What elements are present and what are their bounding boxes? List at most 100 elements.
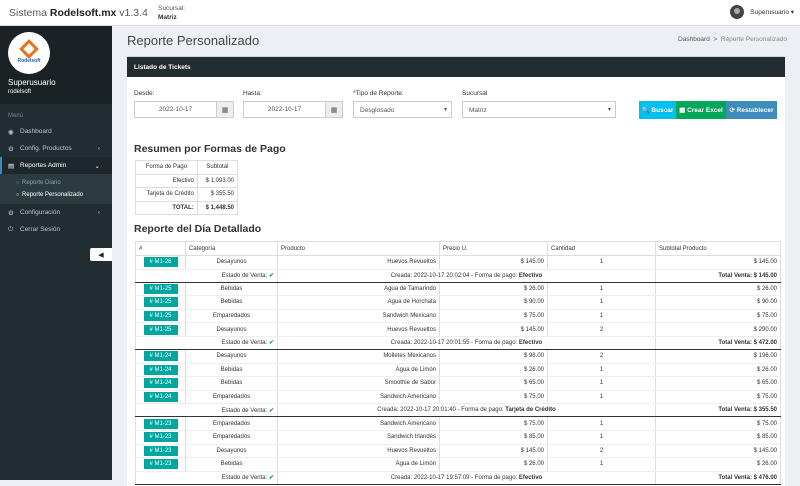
- ticket-id-badge[interactable]: # M1-25: [143, 283, 178, 294]
- restablecer-button[interactable]: ⟳ Restablecer: [726, 101, 777, 119]
- brand-name: Rodelsoft.mx: [49, 6, 117, 19]
- sucursal-select[interactable]: Matriz ▾: [462, 101, 616, 118]
- product-cell: Sandwich Americano: [379, 420, 436, 427]
- desde-date-input[interactable]: 2022-10-17 ▦: [134, 101, 234, 118]
- creada-cell: Creada: 2022-10-17 20:01:55 - Forma de p…: [277, 336, 656, 350]
- table-cell: $ 145.00: [439, 255, 548, 270]
- sucursal-value: Matriz: [158, 13, 177, 21]
- quantity-cell: 1: [599, 366, 604, 373]
- sidebar-item-cerrar-sesion[interactable]: ⏻ Cerrar Sesión: [0, 221, 112, 238]
- table-cell: # M1-24: [135, 349, 186, 364]
- payment-method: Tarjeta de Crédito: [505, 407, 556, 414]
- subtotal-cell: $ 75.00: [756, 394, 777, 401]
- subtotal-cell: $ 75.00: [756, 313, 777, 320]
- user-menu-label: Superusuario ▾: [750, 9, 794, 16]
- table-row: # M1-24 Bebidas Agua de Limón $ 26.00 1 $ 26.…: [135, 363, 781, 378]
- category-cell: Bebidas: [220, 461, 243, 468]
- sidebar-item-reportes-admin[interactable]: ▤ Reportes Admin ⌄: [0, 157, 112, 174]
- sidebar-item-configuracion[interactable]: ⚙ Configuración ‹: [0, 204, 112, 221]
- ticket-status-row: Estado de Venta: ✔ Creada: 2022-10-17 19:…: [135, 471, 781, 485]
- ticket-id-badge[interactable]: # M1-23: [143, 459, 178, 470]
- quantity-cell: 1: [599, 313, 604, 320]
- category-cell: Desayunos: [216, 353, 247, 360]
- sidebar-toggle-button[interactable]: ◀: [90, 248, 112, 261]
- table-cell: Sandwich Americano: [277, 390, 440, 405]
- table-cell: 1: [547, 295, 656, 310]
- price-cell: $ 75.00: [523, 420, 544, 427]
- buscar-button[interactable]: 🔍 Buscar: [639, 101, 676, 119]
- table-cell: $ 75.00: [655, 309, 781, 324]
- sidebar-item-config-productos[interactable]: ⚙ Config. Productos ‹: [0, 140, 112, 157]
- sidebar-subitem-reporte-diario[interactable]: ○ Reporte Diario: [0, 177, 112, 189]
- ticket-id-badge[interactable]: # M1-24: [143, 364, 178, 375]
- estado-label: Estado de Venta:: [221, 273, 268, 280]
- crear-excel-button[interactable]: ▦ Crear Excel: [676, 101, 726, 119]
- calendar-icon[interactable]: ▦: [216, 102, 233, 117]
- ticket-status-row: Estado de Venta: ✔ Creada: 2022-10-17 20:…: [135, 269, 781, 283]
- table-cell: $ 75.00: [655, 416, 781, 431]
- menu-header: Menú: [8, 113, 24, 119]
- product-cell: Agua de Limón: [395, 461, 436, 468]
- subtotal-cell: $ 75.00: [756, 420, 777, 427]
- detail-header: #: [135, 241, 186, 256]
- ticket-id-badge[interactable]: # M1-23: [143, 418, 178, 429]
- quantity-cell: 1: [599, 461, 604, 468]
- table-cell: Smoothie de Sabor: [277, 376, 440, 391]
- table-cell: $ 98.00: [439, 349, 548, 364]
- table-cell: Agua de Limón: [277, 457, 440, 472]
- hasta-date-input[interactable]: 2022-10-17 ▦: [243, 101, 343, 118]
- app-brand[interactable]: Sistema Rodelsoft.mx v1.3.4: [0, 7, 148, 19]
- ticket-id-badge[interactable]: # M1-26: [143, 257, 178, 268]
- sidebar-subitem-reporte-personalizado[interactable]: ○ Reporte Personalizado: [0, 189, 112, 201]
- ticket-id-badge[interactable]: # M1-25: [143, 324, 178, 335]
- quantity-cell: 2: [599, 353, 604, 360]
- product-cell: Sandwich Americano: [379, 394, 436, 401]
- subtotal-cell: $ 196.00: [753, 353, 777, 360]
- price-cell: $ 26.00: [523, 461, 544, 468]
- quantity-cell: 1: [599, 380, 604, 387]
- product-cell: Sandwich Mexicano: [382, 313, 436, 320]
- calendar-icon[interactable]: ▦: [325, 102, 342, 117]
- sidebar-item-dashboard[interactable]: ◉ Dashboard: [0, 123, 112, 140]
- table-cell: 2: [547, 322, 656, 337]
- table-cell: Desayunos: [185, 322, 278, 337]
- table-row: # M1-26 Desayunos Huevos Revueltos $ 145.00…: [135, 255, 781, 270]
- desde-value: 2022-10-17: [158, 106, 193, 113]
- ticket-id-badge[interactable]: # M1-25: [143, 311, 178, 322]
- total-venta-text: Total Venta: $ 355.50: [718, 407, 777, 414]
- table-cell: 1: [547, 376, 656, 391]
- payment-method: Efectivo: [518, 272, 543, 279]
- breadcrumb-home-link[interactable]: Dashboard: [678, 36, 710, 43]
- summary-cell: Tarjeta de Crédito: [135, 187, 198, 202]
- table-cell: $ 145.00: [439, 322, 548, 337]
- table-cell: $ 145.00: [655, 255, 781, 270]
- subtotal-cell: $ 90.00: [756, 299, 777, 306]
- sucursal-select-value: Matriz: [469, 107, 487, 114]
- ticket-id-badge[interactable]: # M1-24: [143, 351, 178, 362]
- chevron-left-icon: ‹: [97, 145, 100, 152]
- table-cell: $ 75.00: [439, 416, 548, 431]
- sucursal-label: Sucursal:: [158, 4, 186, 12]
- power-icon: ⏻: [8, 225, 14, 233]
- ticket-id-badge[interactable]: # M1-24: [143, 378, 178, 389]
- price-cell: $ 85.00: [523, 434, 544, 441]
- ticket-id-badge[interactable]: # M1-23: [143, 432, 178, 443]
- subtotal-cell: $ 26.00: [756, 461, 777, 468]
- ticket-id-badge[interactable]: # M1-23: [143, 445, 178, 456]
- category-cell: Bebidas: [220, 299, 243, 306]
- table-cell: # M1-25: [135, 282, 186, 297]
- table-cell: # M1-25: [135, 322, 186, 337]
- table-cell: Huevos Revueltos: [277, 444, 440, 459]
- ticket-status-row: Estado de Venta: ✔ Creada: 2022-10-17 20:…: [135, 403, 781, 418]
- user-menu[interactable]: Superusuario ▾: [730, 5, 794, 19]
- product-cell: Agua de Limón: [395, 366, 436, 373]
- ticket-id-badge[interactable]: # M1-25: [143, 297, 178, 308]
- category-cell: Bebidas: [220, 366, 243, 373]
- subtotal-cell: $ 26.00: [756, 366, 777, 373]
- table-row: # M1-25 Emparedados Sandwich Mexicano $ 75.…: [135, 309, 781, 324]
- price-cell: $ 98.00: [523, 353, 544, 360]
- table-cell: Bebidas: [185, 363, 278, 378]
- tipo-reporte-select[interactable]: Desglosado ▾: [353, 101, 452, 118]
- ticket-id-badge[interactable]: # M1-24: [143, 392, 178, 403]
- table-cell: $ 196.00: [655, 349, 781, 364]
